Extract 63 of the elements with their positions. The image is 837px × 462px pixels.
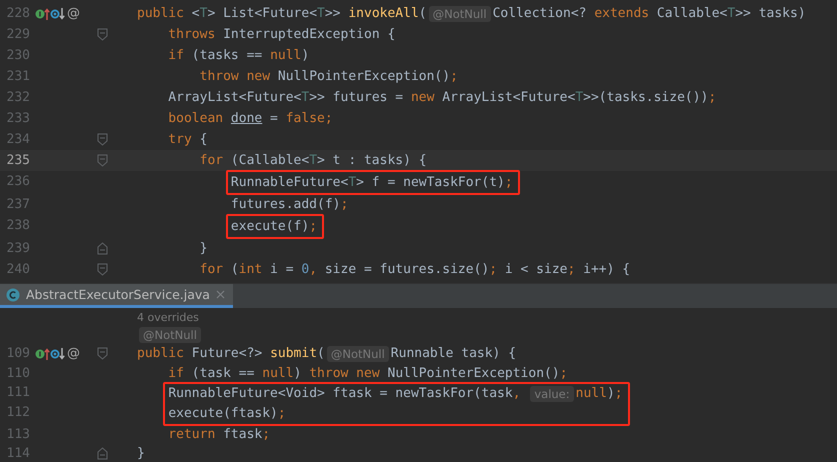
code-text: } <box>137 446 145 461</box>
fold-end-marker-icon[interactable] <box>97 242 108 255</box>
code-text: throws InterruptedException { <box>167 27 396 42</box>
tab-label[interactable]: AbstractExecutorService.java <box>26 287 210 302</box>
line-number: 112 <box>6 405 30 420</box>
code-text: boolean done = false; <box>167 111 333 126</box>
line-number: 229 <box>6 27 30 42</box>
line-number: 235 <box>6 153 30 168</box>
code-text: return ftask; <box>167 426 270 442</box>
parameter-hint: @NotNull <box>326 346 389 362</box>
implements-up-arrow-icon[interactable] <box>35 6 50 20</box>
code-text: } <box>198 241 208 256</box>
code-text: for (int i = 0, size = futures.size(); i < size; i++) { <box>198 262 630 277</box>
code-text: Collection<? extends Callable<T>> tasks) <box>492 6 806 21</box>
overrides-down-arrow-icon[interactable] <box>50 346 65 361</box>
code-text: public Future<?> submit( <box>137 346 325 362</box>
fold-marker-icon[interactable] <box>97 28 108 41</box>
line-number: 240 <box>6 262 30 277</box>
editor-tab[interactable]: AbstractExecutorService.java <box>0 284 233 308</box>
parameter-hint: value: <box>530 386 574 402</box>
fold-marker-icon[interactable] <box>97 133 108 146</box>
code-text: RunnableFuture<T> f = newTaskFor(t); <box>230 175 513 190</box>
code-text: Runnable task) { <box>390 346 516 362</box>
code-text: throw new NullPointerException(); <box>198 69 458 84</box>
line-number: 110 <box>6 366 30 381</box>
line-number: 233 <box>6 111 30 126</box>
parameter-hint: @NotNull <box>139 327 201 344</box>
line-number: 230 <box>6 48 30 63</box>
annotation-mark[interactable]: @ <box>67 346 80 362</box>
code-text: ArrayList<Future<T>> futures = new ArrayList<Future<T>>(tasks.size()); <box>167 90 716 105</box>
line-number: 237 <box>6 197 30 212</box>
parameter-hint: @NotNull <box>428 6 491 22</box>
line-number: 238 <box>6 218 30 233</box>
fold-end-marker-icon[interactable] <box>97 446 108 460</box>
line-number: 231 <box>6 69 30 84</box>
line-number: 228 <box>6 6 30 21</box>
code-text: for (Callable<T> t : tasks) { <box>198 153 427 168</box>
line-number: 114 <box>6 446 30 461</box>
line-number: 234 <box>6 132 30 147</box>
overrides-down-arrow-icon[interactable] <box>50 6 65 20</box>
line-number: 111 <box>6 385 30 400</box>
code-text: if (tasks == null) <box>167 48 310 63</box>
code-text: if (task == null) throw new NullPointerException(); <box>167 366 568 381</box>
code-text: null); <box>576 386 623 402</box>
code-text: execute(f); <box>230 219 318 234</box>
code-text: RunnableFuture<Void> ftask = newTaskFor(task, <box>168 386 522 402</box>
code-text: execute(ftask); <box>168 406 286 422</box>
fold-marker-icon[interactable] <box>97 347 108 360</box>
line-number: 232 <box>6 90 30 105</box>
line-number: 239 <box>6 241 30 256</box>
close-icon[interactable] <box>216 290 225 299</box>
code-text: public <T> List<Future<T>> invokeAll( <box>137 6 427 21</box>
annotation-mark[interactable]: @ <box>67 6 80 21</box>
fold-marker-icon[interactable] <box>97 263 108 276</box>
line-number: 109 <box>6 346 30 362</box>
code-text: futures.add(f); <box>230 197 348 212</box>
code-text: try { <box>167 132 208 147</box>
line-number: 113 <box>6 426 30 442</box>
class-file-icon <box>6 288 20 302</box>
fold-marker-icon[interactable] <box>97 154 108 167</box>
implements-up-arrow-icon[interactable] <box>35 346 50 361</box>
usages-hint[interactable]: 4 overrides <box>137 310 199 324</box>
line-number: 236 <box>6 174 30 189</box>
